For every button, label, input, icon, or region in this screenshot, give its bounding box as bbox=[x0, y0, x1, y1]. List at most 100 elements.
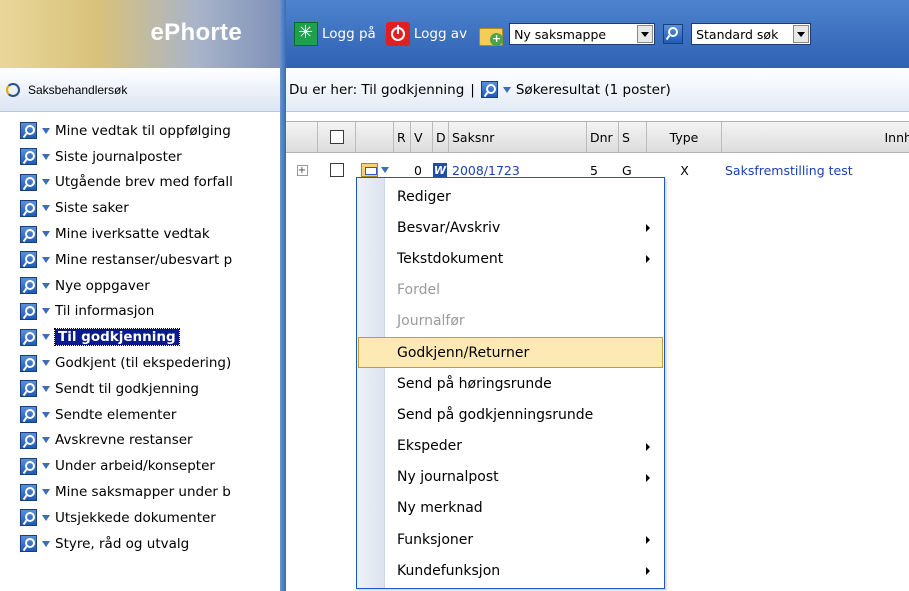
dropdown-arrow-icon[interactable] bbox=[42, 437, 50, 444]
menu-item-label: Send på godkjenningsrunde bbox=[397, 406, 594, 423]
chevron-down-icon[interactable] bbox=[637, 25, 654, 43]
search-icon[interactable] bbox=[20, 380, 37, 398]
search-icon[interactable] bbox=[20, 406, 37, 424]
search-icon[interactable] bbox=[20, 225, 37, 243]
menu-item-kundefunksjon[interactable]: Kundefunksjon bbox=[358, 555, 663, 586]
logout-button[interactable]: Logg av bbox=[385, 22, 467, 46]
dropdown-arrow-icon[interactable] bbox=[42, 489, 50, 496]
dropdown-arrow-icon[interactable] bbox=[42, 282, 50, 289]
new-item-select[interactable]: Ny saksmappe bbox=[509, 23, 656, 45]
dropdown-arrow-icon[interactable] bbox=[42, 127, 50, 134]
saved-search-item[interactable]: Nye oppgaver bbox=[20, 273, 280, 299]
saved-search-item[interactable]: Mine iverksatte vedtak bbox=[20, 221, 280, 247]
search-icon[interactable] bbox=[663, 24, 684, 44]
logo-text: ePhorte bbox=[150, 19, 242, 46]
saved-search-list: Mine vedtak til oppfølging Siste journalp… bbox=[20, 118, 280, 557]
breadcrumb-separator: | bbox=[470, 81, 475, 98]
saved-search-item[interactable]: Avskrevne restanser bbox=[20, 428, 280, 454]
saved-search-item[interactable]: Styre, råd og utvalg bbox=[20, 531, 280, 557]
row-checkbox[interactable] bbox=[330, 163, 344, 177]
header-v[interactable]: V bbox=[411, 122, 433, 152]
dropdown-arrow-icon[interactable] bbox=[42, 514, 50, 521]
select-all-checkbox[interactable] bbox=[329, 130, 344, 144]
search-icon[interactable] bbox=[20, 328, 37, 346]
search-icon[interactable] bbox=[20, 277, 37, 295]
innhold-link[interactable]: Saksfremstilling test bbox=[725, 163, 853, 178]
search-icon[interactable] bbox=[20, 251, 37, 269]
menu-item-ny-merknad[interactable]: Ny merknad bbox=[358, 493, 663, 524]
search-icon[interactable] bbox=[20, 173, 37, 191]
search-icon[interactable] bbox=[20, 148, 37, 166]
dropdown-arrow-icon[interactable] bbox=[42, 256, 50, 263]
saved-search-item[interactable]: Til godkjenning bbox=[20, 324, 280, 350]
search-type-select[interactable]: Standard søk bbox=[691, 23, 812, 45]
dropdown-arrow-icon[interactable] bbox=[42, 411, 50, 418]
search-icon[interactable] bbox=[20, 535, 37, 553]
header-r[interactable]: R bbox=[394, 122, 411, 152]
dropdown-arrow-icon[interactable] bbox=[42, 308, 50, 315]
header-dnr[interactable]: Dnr bbox=[587, 122, 619, 152]
search-icon[interactable] bbox=[20, 354, 37, 372]
search-icon[interactable] bbox=[20, 199, 37, 217]
saved-search-item[interactable]: Godkjent (til ekspedering) bbox=[20, 350, 280, 376]
dropdown-arrow-icon[interactable] bbox=[42, 463, 50, 470]
dropdown-arrow-icon[interactable] bbox=[42, 360, 50, 367]
menu-item-ny-journalpost[interactable]: Ny journalpost bbox=[358, 462, 663, 493]
header-expander-col bbox=[286, 122, 318, 152]
saved-search-label: Siste journalposter bbox=[55, 148, 182, 165]
menu-item-tekstdokument[interactable]: Tekstdokument bbox=[358, 243, 663, 274]
search-icon[interactable] bbox=[20, 457, 37, 475]
search-icon[interactable] bbox=[480, 81, 498, 98]
saved-search-item[interactable]: Under arbeid/konsepter bbox=[20, 453, 280, 479]
saved-search-item[interactable]: Sendte elementer bbox=[20, 402, 280, 428]
search-icon[interactable] bbox=[20, 431, 37, 449]
saved-search-item[interactable]: Mine saksmapper under b bbox=[20, 479, 280, 505]
saved-search-item[interactable]: Mine restanser/ubesvart p bbox=[20, 247, 280, 273]
word-document-icon[interactable]: W bbox=[433, 162, 447, 178]
dropdown-arrow-icon[interactable] bbox=[42, 334, 50, 341]
header-d[interactable]: D bbox=[433, 122, 449, 152]
saved-search-item[interactable]: Til informasjon bbox=[20, 299, 280, 325]
search-icon[interactable] bbox=[20, 122, 37, 140]
search-icon[interactable] bbox=[20, 483, 37, 501]
row-menu-arrow-icon[interactable] bbox=[381, 167, 389, 173]
saved-search-item[interactable]: Utsjekkede dokumenter bbox=[20, 505, 280, 531]
new-folder-icon[interactable] bbox=[477, 20, 505, 48]
header-innhold[interactable]: Innhold bbox=[722, 122, 909, 152]
menu-item-funksjoner[interactable]: Funksjoner bbox=[358, 524, 663, 555]
saved-search-item[interactable]: Sendt til godkjenning bbox=[20, 376, 280, 402]
search-icon[interactable] bbox=[20, 509, 37, 527]
login-button[interactable]: Logg på bbox=[294, 22, 376, 46]
saved-search-label: Mine saksmapper under b bbox=[55, 484, 231, 501]
dropdown-arrow-icon[interactable] bbox=[42, 385, 50, 392]
saved-search-label: Til informasjon bbox=[55, 303, 155, 320]
dropdown-arrow-icon[interactable] bbox=[42, 153, 50, 160]
menu-item-besvar-avskriv[interactable]: Besvar/Avskriv bbox=[358, 212, 663, 243]
menu-item-label: Ekspeder bbox=[397, 438, 463, 455]
saved-search-item[interactable]: Mine vedtak til oppfølging bbox=[20, 118, 280, 144]
menu-item-send-pa-godkjenningsrunde[interactable]: Send på godkjenningsrunde bbox=[358, 399, 663, 430]
dropdown-arrow-icon[interactable] bbox=[502, 86, 511, 93]
expand-icon[interactable]: + bbox=[296, 164, 308, 176]
header-s[interactable]: S bbox=[619, 122, 647, 152]
menu-item-ekspeder[interactable]: Ekspeder bbox=[358, 431, 663, 462]
header-select-all[interactable] bbox=[318, 122, 356, 152]
search-icon[interactable] bbox=[20, 302, 37, 320]
saved-search-item[interactable]: Siste journalposter bbox=[20, 144, 280, 170]
menu-item-send-pa-horingsrunde[interactable]: Send på høringsrunde bbox=[358, 368, 663, 399]
menu-item-godkjenn-returner[interactable]: Godkjenn/Returner bbox=[358, 336, 663, 369]
folder-icon[interactable] bbox=[361, 163, 378, 177]
dropdown-arrow-icon[interactable] bbox=[42, 179, 50, 186]
header-type[interactable]: Type bbox=[647, 122, 722, 152]
breadcrumb-current: Søkeresultat (1 poster) bbox=[515, 81, 671, 98]
dropdown-arrow-icon[interactable] bbox=[42, 231, 50, 238]
saksnr-link[interactable]: 2008/1723 bbox=[452, 163, 520, 178]
menu-item-rediger[interactable]: Rediger bbox=[358, 181, 663, 212]
dropdown-arrow-icon[interactable] bbox=[42, 540, 50, 547]
saved-search-item[interactable]: Siste saker bbox=[20, 195, 280, 221]
dropdown-arrow-icon[interactable] bbox=[42, 205, 50, 212]
search-type-select-value: Standard søk bbox=[696, 26, 779, 42]
saved-search-item[interactable]: Utgående brev med forfall bbox=[20, 170, 280, 196]
header-saksnr[interactable]: Saksnr bbox=[449, 122, 587, 152]
chevron-down-icon[interactable] bbox=[793, 25, 810, 43]
